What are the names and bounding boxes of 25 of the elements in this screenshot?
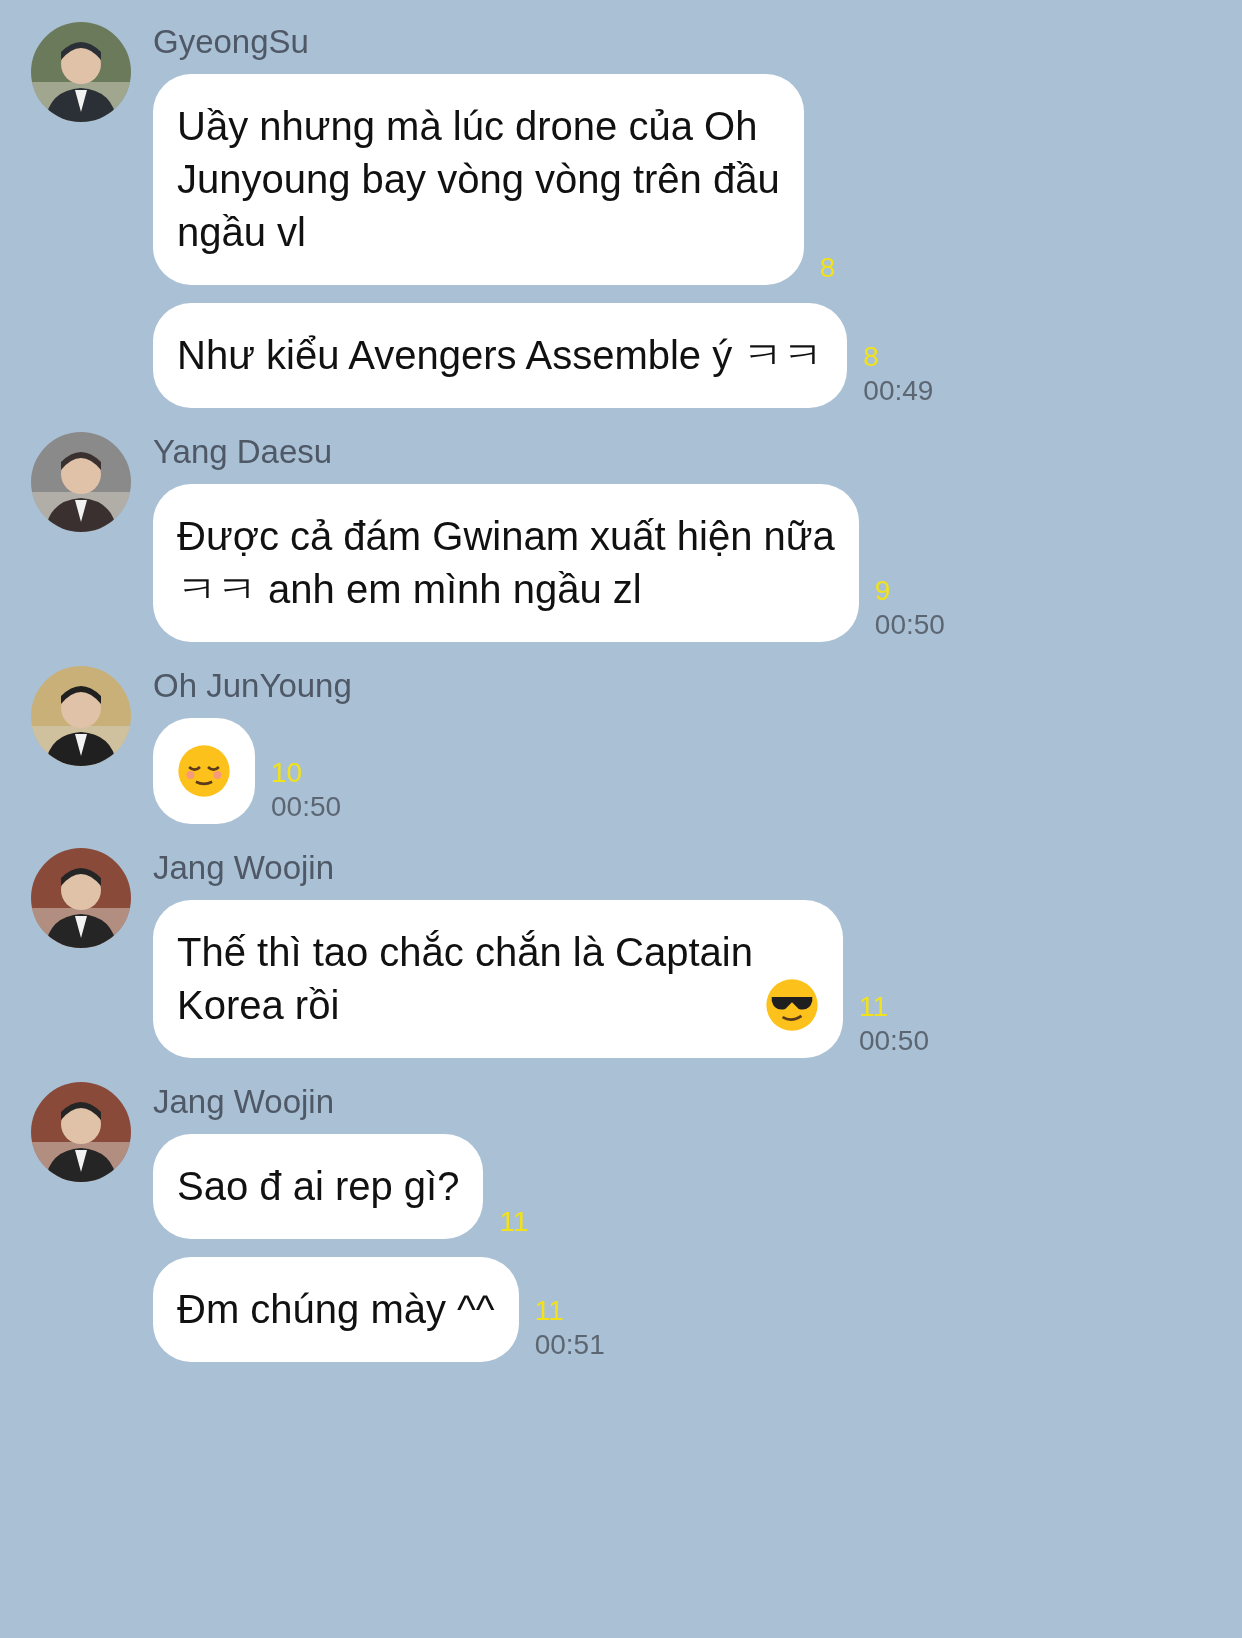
read-count: 11 [534, 1294, 565, 1328]
message-text: Được cả đám Gwinam xuất hiện nữa ㅋㅋ anh em mình ngầu zl [177, 513, 835, 613]
read-count: 9 [874, 574, 892, 608]
timestamp: 00:50 [874, 608, 945, 642]
relieved-face-icon [177, 744, 231, 798]
sender-name: Oh JunYoung [153, 666, 353, 706]
read-count: 8 [819, 251, 836, 285]
sunglasses-face-icon [764, 978, 819, 1032]
message-text: Sao đ ai rep gì? [177, 1163, 460, 1210]
timestamp: 00:50 [858, 1024, 929, 1058]
message-text: Uầy nhưng mà lúc drone của Oh Junyoung bay vòng vòng trên đầu ngầu vl [177, 103, 780, 256]
sender-name: GyeongSu [153, 22, 310, 62]
timestamp: 00:50 [271, 790, 342, 824]
read-count: 8 [863, 340, 880, 374]
read-count: 11 [858, 990, 889, 1024]
read-count: 10 [271, 756, 304, 790]
read-count: 11 [499, 1205, 529, 1239]
timestamp: 00:51 [534, 1328, 605, 1362]
message-text: Đm chúng mày ^^ [177, 1286, 495, 1333]
sender-name: Jang Woojin [153, 848, 335, 888]
message-text: Thế thì tao chắc chắn là Captain Korea rồi [177, 929, 753, 1029]
sender-name: Yang Daesu [153, 432, 334, 472]
sender-name: Jang Woojin [153, 1082, 335, 1122]
timestamp: 00:49 [863, 374, 934, 408]
message-text: Như kiểu Avengers Assemble ý ㅋㅋ [177, 332, 824, 379]
